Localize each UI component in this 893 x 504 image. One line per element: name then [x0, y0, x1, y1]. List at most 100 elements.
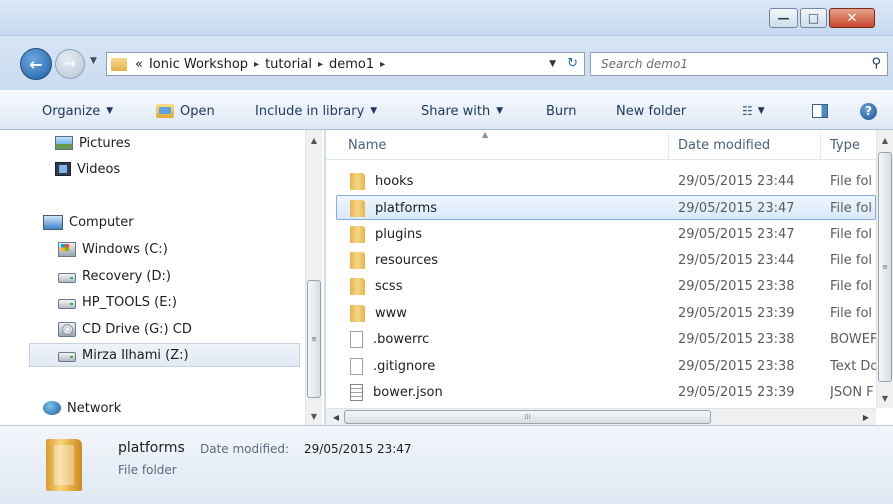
nav-item-label: Recovery (D:) — [82, 268, 171, 284]
json-file-icon — [350, 384, 363, 401]
chevron-down-icon: ▼ — [106, 106, 114, 116]
file-row[interactable]: www 29/05/2015 23:39 File fol — [336, 301, 876, 326]
open-button[interactable]: Open — [156, 91, 215, 131]
file-date: 29/05/2015 23:47 — [678, 201, 795, 216]
file-date: 29/05/2015 23:47 — [678, 227, 795, 242]
nav-item-label: CD Drive (G:) CD — [82, 321, 192, 337]
videos-icon — [55, 162, 71, 176]
nav-item-label: Network — [67, 400, 122, 416]
file-row[interactable]: scss 29/05/2015 23:38 File fol — [336, 274, 876, 299]
chevron-down-icon: ▼ — [496, 106, 504, 116]
breadcrumb-overflow[interactable]: « — [135, 57, 143, 72]
maximize-button[interactable]: □ — [800, 8, 827, 28]
folder-icon — [350, 252, 365, 269]
change-view-button[interactable]: ☷ ▼ — [742, 91, 765, 131]
file-row[interactable]: resources 29/05/2015 23:44 File fol — [336, 248, 876, 273]
organize-button[interactable]: Organize ▼ — [42, 91, 113, 131]
scroll-left-icon[interactable]: ◀ — [328, 409, 344, 425]
nav-item-mirza-z[interactable]: Mirza Ilhami (Z:) — [29, 343, 300, 367]
file-list-vscroll[interactable]: ▲ ≡ ▼ — [876, 130, 893, 408]
nav-scroll-thumb[interactable]: ≡ — [307, 280, 321, 398]
search-input[interactable] — [601, 57, 861, 71]
file-date: 29/05/2015 23:39 — [678, 385, 795, 400]
new-folder-button[interactable]: New folder — [616, 91, 686, 131]
help-button[interactable]: ? — [860, 91, 877, 131]
search-box[interactable]: ⚲ — [590, 52, 888, 76]
scroll-up-icon[interactable]: ▲ — [306, 132, 322, 148]
folder-icon — [111, 57, 127, 71]
view-list-icon: ☷ — [742, 104, 753, 118]
breadcrumb-ionic-workshop[interactable]: Ionic Workshop — [149, 57, 248, 72]
share-with-button[interactable]: Share with ▼ — [421, 91, 503, 131]
nav-item-pictures[interactable]: Pictures — [55, 131, 130, 155]
scroll-right-icon[interactable]: ▶ — [858, 409, 874, 425]
file-row[interactable]: plugins 29/05/2015 23:47 File fol — [336, 222, 876, 247]
file-row[interactable]: hooks 29/05/2015 23:44 File fol — [336, 169, 876, 194]
minimize-button[interactable]: — — [769, 8, 798, 28]
nav-item-recovery-d[interactable]: Recovery (D:) — [58, 264, 171, 288]
preview-pane-button[interactable] — [812, 91, 828, 131]
file-type: File fol — [830, 227, 873, 242]
file-type: File fol — [830, 279, 873, 294]
nav-item-label: Pictures — [79, 135, 131, 151]
file-row-selected[interactable]: platforms 29/05/2015 23:47 File fol — [336, 195, 876, 220]
column-type[interactable]: Type — [820, 130, 876, 160]
file-list-vscroll-thumb[interactable]: ≡ — [878, 152, 892, 382]
hard-drive-icon — [58, 273, 76, 283]
file-type: Text Do — [830, 359, 876, 374]
address-bar[interactable]: « Ionic Workshop ▸ tutorial ▸ demo1 ▸ ▼ … — [106, 52, 585, 76]
burn-button[interactable]: Burn — [546, 91, 577, 131]
column-type-label: Type — [830, 137, 860, 153]
nav-item-network[interactable]: Network — [43, 396, 121, 420]
windows-drive-icon — [58, 241, 76, 257]
breadcrumb-separator-icon[interactable]: ▸ — [380, 59, 385, 70]
network-drive-icon — [58, 352, 76, 362]
file-row[interactable]: .gitignore 29/05/2015 23:38 Text Do — [336, 354, 876, 379]
column-name[interactable]: Name — [338, 130, 668, 160]
close-button[interactable]: ✕ — [829, 8, 875, 28]
address-row: ← → ▼ « Ionic Workshop ▸ tutorial ▸ demo… — [0, 36, 893, 90]
forward-button[interactable]: → — [55, 49, 85, 79]
nav-item-cd-drive-g[interactable]: CD Drive (G:) CD — [58, 317, 192, 341]
breadcrumb: « Ionic Workshop ▸ tutorial ▸ demo1 ▸ — [135, 57, 385, 72]
hard-drive-icon — [58, 299, 76, 309]
file-row[interactable]: .bowerrc 29/05/2015 23:38 BOWEF — [336, 327, 876, 352]
search-icon[interactable]: ⚲ — [871, 56, 881, 71]
breadcrumb-demo1[interactable]: demo1 — [329, 57, 374, 72]
scroll-down-icon[interactable]: ▼ — [877, 390, 893, 406]
file-name: hooks — [375, 174, 414, 189]
column-name-label: Name — [348, 137, 387, 153]
folder-icon — [350, 305, 365, 322]
breadcrumb-tutorial[interactable]: tutorial — [265, 57, 312, 72]
column-date-modified[interactable]: Date modified — [668, 130, 818, 160]
nav-item-computer[interactable]: Computer — [43, 210, 134, 234]
nav-item-videos[interactable]: Videos — [55, 157, 120, 181]
folder-icon — [46, 439, 82, 491]
breadcrumb-separator-icon[interactable]: ▸ — [254, 59, 259, 70]
computer-icon — [43, 214, 63, 230]
address-dropdown-icon[interactable]: ▼ — [549, 59, 556, 69]
details-type: File folder — [118, 463, 177, 477]
help-icon: ? — [860, 102, 877, 120]
file-date: 29/05/2015 23:44 — [678, 253, 795, 268]
file-row[interactable]: bower.json 29/05/2015 23:39 JSON F — [336, 380, 876, 405]
scroll-up-icon[interactable]: ▲ — [877, 132, 893, 148]
recent-pages-dropdown[interactable]: ▼ — [90, 56, 97, 66]
include-in-library-button[interactable]: Include in library ▼ — [255, 91, 377, 131]
refresh-icon[interactable]: ↻ — [567, 56, 578, 71]
text-file-icon — [350, 358, 363, 375]
folder-icon — [350, 226, 365, 243]
chevron-down-icon: ▼ — [370, 106, 378, 116]
nav-item-windows-c[interactable]: Windows (C:) — [58, 237, 168, 261]
file-date: 29/05/2015 23:44 — [678, 174, 795, 189]
breadcrumb-separator-icon[interactable]: ▸ — [318, 59, 323, 70]
nav-item-hp-tools-e[interactable]: HP_TOOLS (E:) — [58, 290, 177, 314]
file-list-hscroll-thumb[interactable]: ⁞⁞⁞ — [344, 410, 711, 424]
back-button[interactable]: ← — [20, 48, 52, 80]
file-list-hscroll[interactable]: ◀ ⁞⁞⁞ ▶ — [326, 408, 876, 425]
file-date: 29/05/2015 23:38 — [678, 359, 795, 374]
nav-scrollbar[interactable]: ▲ ≡ ▼ — [305, 130, 322, 425]
network-icon — [43, 401, 61, 415]
folder-icon — [350, 173, 365, 190]
scroll-down-icon[interactable]: ▼ — [306, 408, 322, 424]
